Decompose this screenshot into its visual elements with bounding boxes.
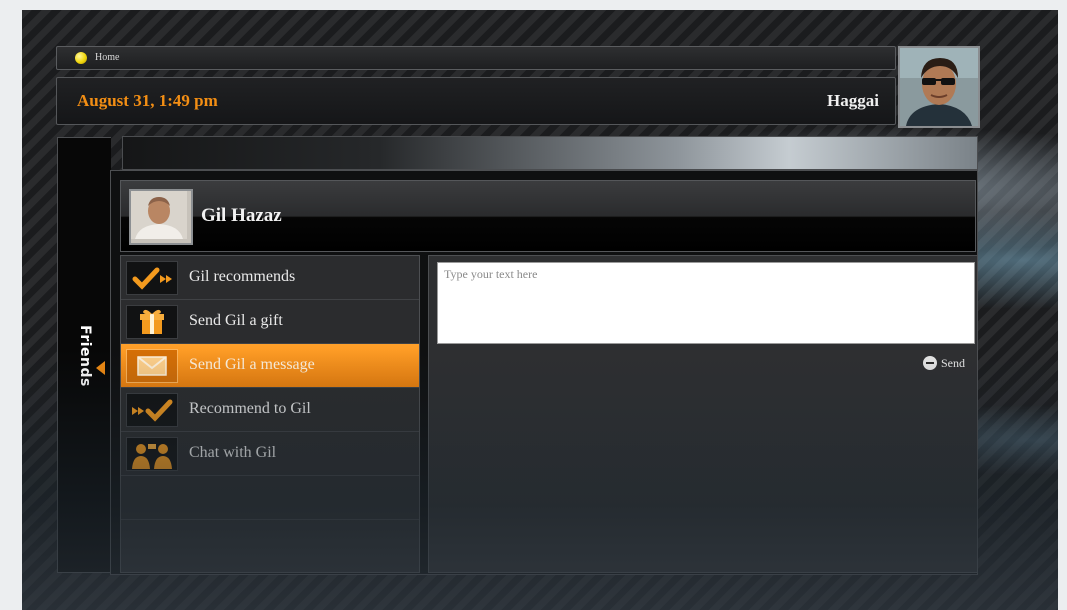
menu-item-label: Send Gil a gift — [189, 312, 283, 329]
send-icon — [923, 356, 937, 370]
home-icon[interactable] — [75, 52, 87, 64]
message-input[interactable] — [437, 262, 975, 344]
menu-item-send-gift[interactable]: Send Gil a gift — [121, 300, 419, 344]
friend-photo-image — [131, 191, 187, 239]
people-chat-icon — [126, 437, 178, 471]
menu-item-label: Gil recommends — [189, 268, 296, 285]
menu-item-recommend-to[interactable]: Recommend to Gil — [121, 388, 419, 432]
menu-item-chat[interactable]: Chat with Gil — [121, 432, 419, 476]
tab-friends[interactable]: Friends — [57, 137, 111, 573]
date-time: August 31, 1:49 pm — [77, 91, 218, 110]
menu-item-empty — [121, 476, 419, 520]
send-label: Send — [941, 355, 965, 370]
current-user-name: Haggai — [827, 91, 879, 110]
profile-header: Gil Hazaz — [120, 180, 976, 252]
check-arrow-icon — [126, 261, 178, 295]
arrow-check-icon — [126, 393, 178, 427]
menu-item-label: Chat with Gil — [189, 444, 277, 461]
menu-item-label: Send Gil a message — [189, 356, 315, 373]
send-button[interactable]: Send — [923, 354, 965, 372]
friend-name: Gil Hazaz — [201, 205, 282, 226]
gift-icon — [126, 305, 178, 339]
menu-item-gil-recommends[interactable]: Gil recommends — [121, 256, 419, 300]
breadcrumb-home[interactable]: Home — [95, 52, 119, 63]
friend-avatar[interactable] — [129, 189, 193, 245]
action-menu: Gil recommends Send Gil a gift Send Gil … — [120, 255, 420, 573]
decorative-strip — [122, 136, 978, 170]
menu-item-empty — [121, 520, 419, 564]
user-photo-image — [900, 48, 978, 126]
current-user-avatar[interactable] — [898, 46, 980, 128]
message-panel: Send — [428, 255, 978, 573]
menu-item-label: Recommend to Gil — [189, 400, 311, 417]
status-bar: August 31, 1:49 pm Haggai — [56, 77, 896, 125]
menu-item-send-message[interactable]: Send Gil a message — [121, 344, 419, 388]
envelope-icon — [126, 349, 178, 383]
breadcrumb: Home — [56, 46, 896, 70]
arrow-left-icon — [96, 361, 105, 375]
app-screen: Home August 31, 1:49 pm Haggai Friends G… — [22, 10, 1058, 610]
friends-tab-label: Friends — [77, 325, 93, 387]
